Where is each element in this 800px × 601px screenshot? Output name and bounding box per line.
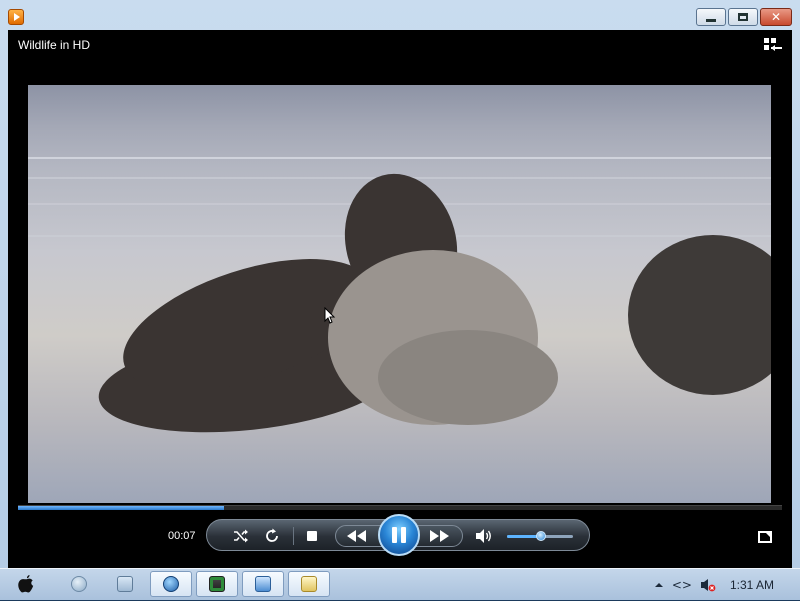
taskbar-app-4[interactable]: [196, 571, 238, 597]
code-tray-icon[interactable]: <>: [672, 578, 692, 592]
media-player-icon: [8, 9, 24, 25]
speaker-muted-icon[interactable]: [700, 578, 716, 592]
control-divider: [293, 527, 294, 545]
video-frame[interactable]: [28, 85, 771, 503]
repeat-icon[interactable]: [264, 528, 280, 544]
chevron-up-icon[interactable]: [654, 581, 664, 589]
pause-button[interactable]: [378, 514, 420, 556]
folder-icon: [117, 576, 133, 592]
seal-right: [628, 235, 771, 395]
volume-knob[interactable]: [536, 531, 547, 541]
system-tray: <> 1:31 AM: [654, 569, 800, 601]
next-icon[interactable]: [427, 529, 451, 543]
fullscreen-icon[interactable]: [758, 531, 772, 543]
previous-icon[interactable]: [345, 529, 369, 543]
video-title: Wildlife in HD: [18, 38, 91, 52]
monitor-icon: [209, 576, 225, 592]
taskbar-app-2[interactable]: [104, 571, 146, 597]
speaker-icon[interactable]: [475, 528, 493, 544]
maximize-icon: [738, 13, 748, 21]
volume-slider[interactable]: [507, 531, 573, 541]
maximize-button[interactable]: [728, 8, 758, 26]
apple-logo-icon[interactable]: [6, 571, 46, 597]
seal-sitting-rear: [378, 330, 558, 425]
taskbar-app-1[interactable]: [58, 571, 100, 597]
clock[interactable]: 1:31 AM: [730, 578, 774, 592]
switch-to-library-icon[interactable]: [764, 38, 782, 52]
taskbar-app-5[interactable]: [242, 571, 284, 597]
taskbar-app-6[interactable]: [288, 571, 330, 597]
pause-icon: [392, 527, 397, 543]
globe-icon: [71, 576, 87, 592]
media-player-icon: [163, 576, 179, 592]
title-bar[interactable]: ✕: [0, 0, 800, 32]
seek-progress: [18, 506, 225, 510]
taskbar-app-3[interactable]: [150, 571, 192, 597]
media-player-window: ✕ Wildlife in HD 00:07: [0, 0, 800, 568]
folder-sync-icon: [301, 576, 317, 592]
minimize-icon: [706, 18, 716, 22]
stop-icon[interactable]: [306, 530, 318, 542]
minimize-button[interactable]: [696, 8, 726, 26]
shuffle-icon[interactable]: [233, 528, 249, 544]
taskbar: <> 1:31 AM: [0, 568, 800, 600]
seek-bar[interactable]: [18, 505, 782, 510]
elapsed-time: 00:07: [168, 530, 196, 542]
caption-buttons: ✕: [694, 8, 792, 26]
close-button[interactable]: ✕: [760, 8, 792, 26]
player-area: Wildlife in HD 00:07: [8, 30, 792, 568]
close-icon: ✕: [770, 10, 782, 24]
network-icon: [255, 576, 271, 592]
